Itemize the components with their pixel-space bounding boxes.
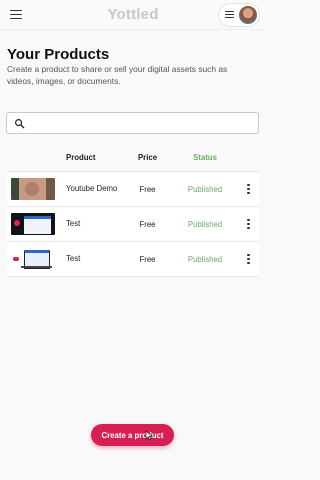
create-product-button[interactable]: Create a product [91,424,174,446]
search-bar[interactable] [6,112,259,134]
search-icon [15,118,25,128]
product-name[interactable]: Test [59,254,123,264]
product-name[interactable]: Youtube Demo [59,184,123,194]
avatar [239,5,257,24]
column-header-product[interactable]: Product [59,153,123,163]
top-navbar: Yottled [0,0,266,30]
status-badge: Published [187,219,223,229]
table-row[interactable]: Test Free Published [7,242,259,277]
brand-logo[interactable]: Yottled [107,6,158,23]
mouse-cursor-icon [145,430,153,440]
status-badge: Published [187,254,223,264]
products-table: Product Price Status Youtube Demo Free P… [7,144,259,277]
more-vertical-icon[interactable] [244,181,252,198]
table-header: Product Price Status [7,144,259,172]
product-price: Free [139,184,156,194]
column-header-price[interactable]: Price [123,153,172,162]
user-menu-icon [225,11,234,18]
product-name[interactable]: Test [59,219,123,229]
more-vertical-icon[interactable] [244,251,252,268]
more-vertical-icon[interactable] [244,216,252,233]
column-header-status[interactable]: Status [172,153,238,162]
product-thumbnail[interactable] [11,248,55,270]
product-price: Free [139,219,156,229]
user-menu-button[interactable] [218,2,260,27]
product-price: Free [139,254,156,264]
table-row[interactable]: Test Free Published [7,207,259,242]
product-thumbnail[interactable] [11,178,55,200]
table-row[interactable]: Youtube Demo Free Published [7,172,259,207]
page-subtitle: Create a product to share or sell your d… [7,64,228,86]
status-badge: Published [187,184,223,194]
product-thumbnail[interactable] [11,213,55,235]
hamburger-menu-icon[interactable] [10,10,22,19]
search-input[interactable] [30,114,258,132]
page-title: Your Products [7,46,110,63]
